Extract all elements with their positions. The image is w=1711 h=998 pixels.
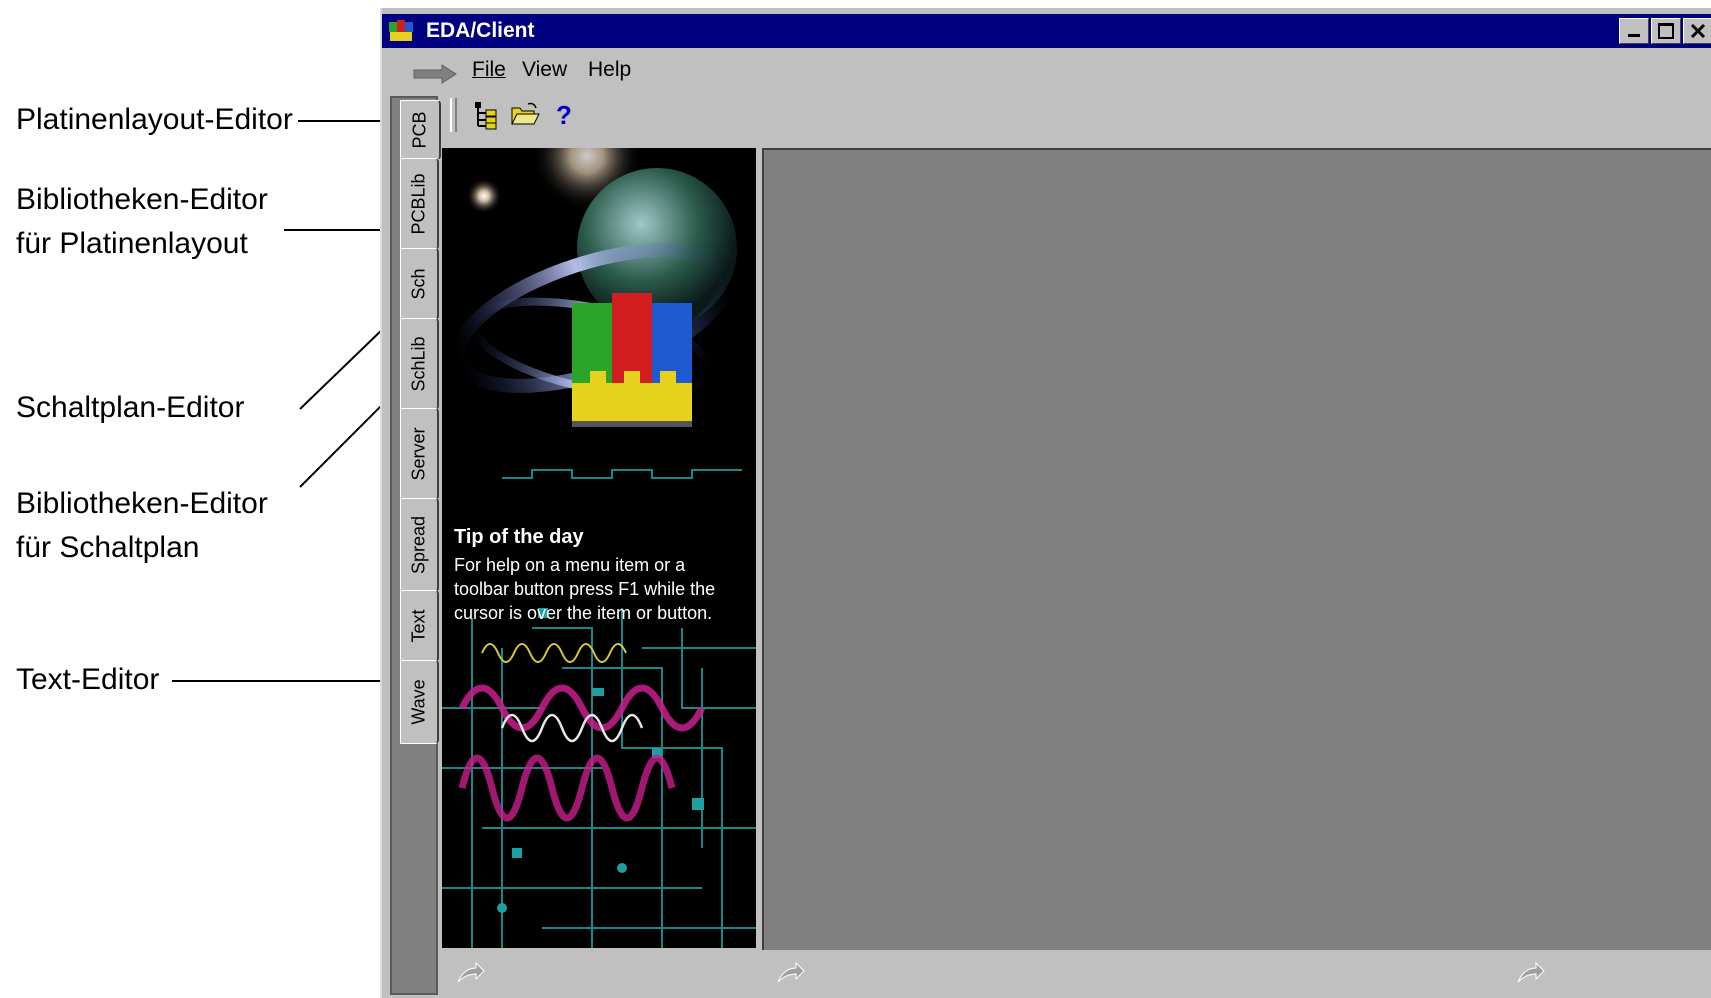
tab-text-label: Text [408,609,429,643]
annotation-pcblib-line2: für Platinenlayout [16,227,248,260]
menu-bar: File View Help [382,54,1711,88]
minimize-icon [1628,34,1640,37]
menu-arrow-icon [413,64,457,84]
tab-sch[interactable]: Sch [400,248,439,320]
close-button[interactable] [1683,18,1711,44]
menu-help-label: Help [588,58,632,81]
annotation-pcblib-line1: Bibliotheken-Editor [16,183,268,216]
status-arrow-icon [1517,961,1545,983]
minimize-button[interactable] [1619,18,1649,44]
annotation-schlib-line2: für Schaltplan [16,531,200,564]
title-bar[interactable]: EDA/Client [382,14,1711,48]
editor-tab-strip: PCB PCBLib Sch SchLib Server Spread Text… [390,96,441,995]
tab-pcblib[interactable]: PCBLib [400,158,439,250]
menu-view[interactable]: View [522,58,567,82]
maximize-button[interactable] [1651,18,1681,44]
tab-text[interactable]: Text [400,590,439,662]
tab-schlib[interactable]: SchLib [400,318,439,410]
annotation-pcb: Platinenlayout-Editor [16,103,293,136]
window-title: EDA/Client [426,19,535,42]
help-icon[interactable]: ? [550,100,580,130]
tip-of-the-day: Tip of the day For help on a menu item o… [454,526,744,625]
maximize-icon [1658,23,1674,39]
status-arrow-icon [777,961,805,983]
tab-spread[interactable]: Spread [400,498,439,592]
tab-sch-label: Sch [408,268,429,300]
annotation-sch: Schaltplan-Editor [16,391,245,424]
tab-pcb[interactable]: PCB [400,100,441,160]
window-controls [1617,18,1711,44]
toolbar: ? [442,94,1711,134]
splash-panel: Tip of the day For help on a menu item o… [442,148,756,948]
tab-pcblib-label: PCBLib [408,173,429,235]
tab-spread-label: Spread [408,515,429,575]
document-workspace[interactable] [762,148,1711,950]
tip-body: For help on a menu item or a toolbar but… [454,555,716,623]
status-arrow-icon [457,961,485,983]
design-tree-icon[interactable] [472,100,502,130]
tab-server-label: Server [408,427,429,481]
tab-schlib-label: SchLib [408,336,429,392]
close-icon [1690,23,1706,39]
tab-wave[interactable]: Wave [400,660,439,744]
app-logo-icon [388,18,414,44]
toolbar-grip[interactable] [450,98,457,132]
menu-view-label: View [522,58,568,81]
annotation-schlib-line [299,394,393,488]
annotation-pcblib-line [284,229,380,231]
menu-file-label: File [472,58,506,81]
menu-help[interactable]: Help [588,58,631,82]
tab-server[interactable]: Server [400,408,439,500]
status-bar [442,954,1711,994]
annotation-schlib-line1: Bibliotheken-Editor [16,487,268,520]
annotation-text: Text-Editor [16,663,160,696]
tab-pcb-label: PCB [409,111,430,149]
open-folder-icon[interactable] [510,100,540,130]
menu-file[interactable]: File [472,58,506,82]
tab-wave-label: Wave [408,679,429,725]
eda-client-window: EDA/Client File View Help ? PCB PCBLib S… [380,8,1711,998]
annotation-pcb-line [298,120,380,122]
svg-text:?: ? [556,100,572,130]
annotation-text-line [172,680,380,682]
tip-title: Tip of the day [454,526,584,548]
